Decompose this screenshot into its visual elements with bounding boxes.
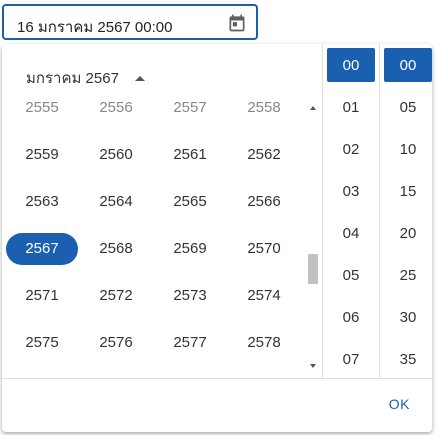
year-option[interactable]: 2563 [6,186,78,218]
year-option[interactable]: 2556 [80,96,152,124]
minute-option[interactable]: 10 [384,132,432,166]
divider [322,44,323,378]
minute-option[interactable]: 05 [384,90,432,124]
minute-option[interactable]: 20 [384,216,432,250]
hour-option[interactable]: 01 [327,90,375,124]
year-option[interactable]: 2562 [228,139,300,171]
year-row: 2579258025812582 [6,366,306,378]
year-option[interactable]: 2557 [154,96,226,124]
month-year-label: มกราคม 2567 [26,70,119,87]
year-option[interactable]: 2573 [154,280,226,312]
scroll-down-arrow-icon[interactable] [310,364,316,368]
minute-option[interactable]: 35 [384,342,432,376]
minute-option[interactable]: 15 [384,174,432,208]
datetime-value[interactable]: 16 มกราคม 2567 00:00 [17,15,172,39]
year-row: 2571 2572 2573 2574 [6,272,306,319]
ok-button[interactable]: OK [389,396,410,412]
minute-option[interactable]: 25 [384,258,432,292]
year-option[interactable]: 2574 [228,280,300,312]
minutes-list[interactable]: 00 05 10 15 20 25 30 35 [382,44,432,378]
year-option[interactable]: 2571 [6,280,78,312]
year-row: 2555 2556 2557 2558 [6,96,306,131]
month-year-switch[interactable]: มกราคม 2567 [26,66,145,90]
year-option[interactable]: 2569 [154,233,226,265]
hour-option[interactable]: 03 [327,174,375,208]
year-option[interactable]: 2572 [80,280,152,312]
year-scrollbar[interactable] [308,102,318,372]
year-row: 2559 2560 2561 2562 [6,131,306,178]
datetime-input[interactable]: 16 มกราคม 2567 00:00 [2,4,258,40]
hour-option[interactable]: 00 [327,48,375,82]
hour-option[interactable]: 05 [327,258,375,292]
datetime-picker-popup: มกราคม 2567 2555 2556 2557 2558 2559 2560 2561… [2,44,432,432]
year-row: 2575 2576 2577 2578 [6,319,306,366]
hours-list[interactable]: 00 01 02 03 04 05 06 07 [325,44,377,378]
year-option[interactable]: 2568 [80,233,152,265]
year-row: 2567 2568 2569 2570 [6,225,306,272]
year-option[interactable]: 2576 [80,327,152,359]
year-grid: 2555 2556 2557 2558 2559 2560 2561 2562 2563 2564… [6,96,306,378]
year-list[interactable]: 2555 2556 2557 2558 2559 2560 2561 2562 2563 2564… [2,96,306,378]
hour-option[interactable]: 06 [327,300,375,334]
year-option[interactable]: 2561 [154,139,226,171]
year-option[interactable]: 2566 [228,186,300,218]
year-option[interactable]: 2558 [228,96,300,124]
year-option[interactable]: 2577 [154,327,226,359]
year-option[interactable]: 2565 [154,186,226,218]
divider [379,44,380,378]
year-option[interactable]: 2564 [80,186,152,218]
year-option[interactable]: 2570 [228,233,300,265]
hour-option[interactable]: 04 [327,216,375,250]
minute-option[interactable]: 30 [384,300,432,334]
scrollbar-thumb[interactable] [308,254,318,284]
year-option[interactable]: 2555 [6,96,78,124]
year-option[interactable]: 2578 [228,327,300,359]
calendar-icon[interactable] [227,13,247,33]
year-row: 2563 2564 2565 2566 [6,178,306,225]
scroll-up-arrow-icon[interactable] [310,106,316,110]
year-option[interactable]: 2560 [80,139,152,171]
footer-divider [2,378,432,379]
minute-option[interactable]: 00 [384,48,432,82]
caret-up-icon [134,75,145,81]
hour-option[interactable]: 07 [327,342,375,376]
year-option[interactable]: 2567 [6,232,78,265]
hour-option[interactable]: 02 [327,132,375,166]
year-option[interactable]: 2575 [6,327,78,359]
year-option[interactable]: 2559 [6,139,78,171]
